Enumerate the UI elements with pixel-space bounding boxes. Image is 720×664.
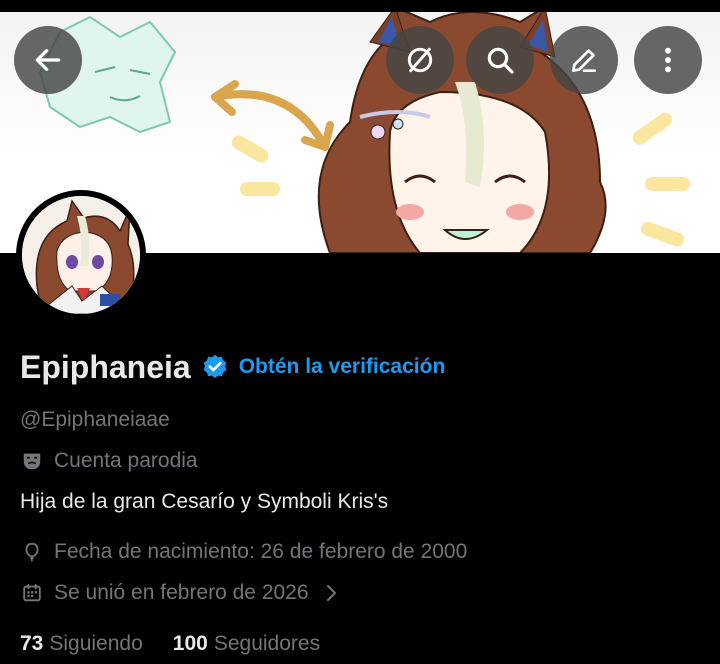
follow-stats: 73 Siguiendo 100 Seguidores	[20, 632, 320, 656]
following-count: 73	[20, 632, 44, 655]
username-handle: @Epiphaneiaae	[20, 408, 170, 431]
profile-bio: Hija de la gran Cesarío y Symboli Kris's	[20, 490, 389, 513]
followers-count: 100	[172, 632, 208, 655]
chevron-right-icon	[326, 585, 336, 601]
following-link[interactable]: 73 Siguiendo	[20, 632, 143, 656]
get-verified-link[interactable]: Obtén la verificación	[239, 355, 446, 379]
search-button[interactable]	[466, 26, 534, 94]
verified-badge-icon[interactable]	[201, 353, 229, 381]
grok-button[interactable]	[386, 26, 454, 94]
avatar-image	[22, 196, 140, 314]
more-button[interactable]	[634, 26, 702, 94]
balloon-icon	[20, 540, 44, 564]
back-button[interactable]	[14, 26, 82, 94]
birthday-row: Fecha de nacimiento: 26 de febrero de 20…	[20, 540, 467, 564]
edit-button[interactable]	[550, 26, 618, 94]
followers-link[interactable]: 100 Seguidores	[173, 632, 320, 656]
display-name: Epiphaneia	[20, 348, 191, 385]
following-label: Siguiendo	[49, 632, 143, 655]
arrow-left-icon	[35, 49, 61, 71]
profile-avatar[interactable]	[16, 190, 146, 320]
birthday-text: Fecha de nacimiento: 26 de febrero de 20…	[54, 540, 468, 563]
theater-mask-icon	[20, 449, 44, 473]
parody-account-label: Cuenta parodia	[20, 449, 198, 473]
edit-icon	[572, 49, 596, 72]
joined-text: Se unió en febrero de 2026	[54, 581, 309, 604]
more-vertical-icon	[665, 47, 671, 73]
joined-row[interactable]: Se unió en febrero de 2026	[20, 581, 339, 605]
search-icon	[487, 47, 514, 74]
followers-label: Seguidores	[213, 632, 321, 655]
calendar-icon	[20, 581, 44, 605]
parody-label-text: Cuenta parodia	[54, 449, 198, 472]
grok-icon	[407, 47, 433, 73]
name-row: Epiphaneia Obtén la verificación	[20, 345, 445, 389]
